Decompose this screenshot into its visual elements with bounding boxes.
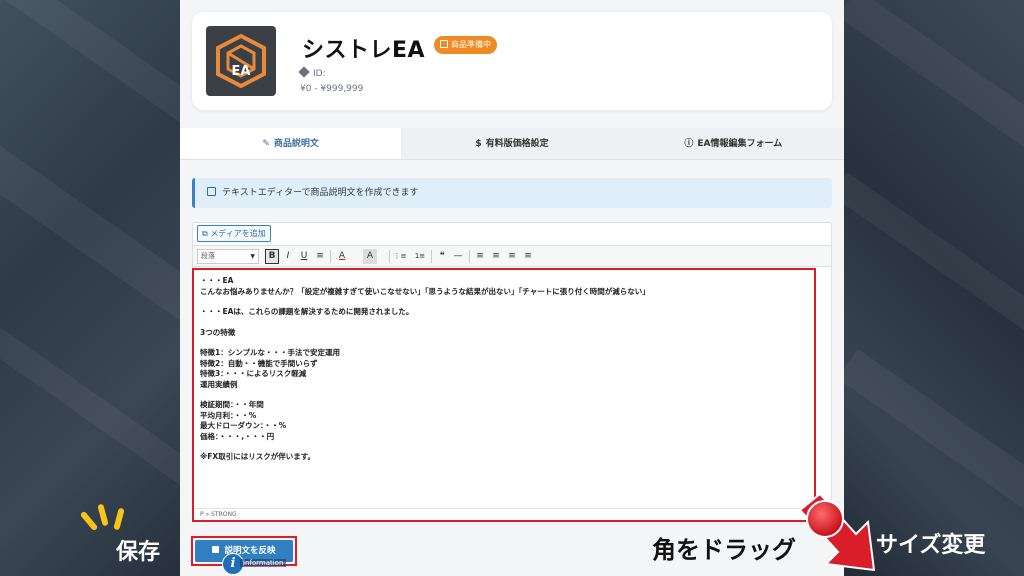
drag-handle-indicator <box>806 500 844 538</box>
editor-panel: EA シストレEA 商品準備中 ID: ¥0 - ¥999,999 ✎ 商品説明文… <box>180 0 844 576</box>
status-badge: 商品準備中 <box>434 36 497 54</box>
content-line: 価格：・・・,・・・円 <box>200 431 275 441</box>
content-line: ・・・EA <box>200 276 234 285</box>
content-line: ※FX取引にはリスクが伴います。 <box>200 452 315 461</box>
italic-button[interactable]: I <box>281 249 295 264</box>
edit-icon <box>440 40 448 48</box>
drag-annotation: 角をドラッグ <box>652 536 796 564</box>
toolbar-divider <box>469 250 470 263</box>
info-icon: ⓘ <box>684 139 694 149</box>
toolbar-divider <box>330 250 331 263</box>
content-blank <box>200 338 650 348</box>
content-line: こんなお悩みありませんか？「設定が複雑すぎて使いこなせない」「思うような結果が出… <box>200 286 650 296</box>
content-blank <box>200 297 650 307</box>
numbered-list-button[interactable]: 1≡ <box>413 249 427 264</box>
blockquote-button[interactable]: ❝ <box>435 249 449 264</box>
chevron-down-icon: ▼ <box>250 253 255 260</box>
tab-ea-info-form[interactable]: ⓘ EA情報編集フォーム <box>622 128 844 159</box>
content-line: 特徴2：自動・・機能で手間いらず <box>200 358 318 368</box>
product-title: シストレEA <box>302 38 426 63</box>
price-range-text: ¥0 - ¥999,999 <box>300 84 364 94</box>
info-alert-text: テキストエディターで商品説明文を作成できます <box>222 188 419 198</box>
add-media-button[interactable]: ⧉ メディアを追加 <box>197 225 271 242</box>
content-line: 運用実績例 <box>200 379 238 389</box>
content-line: 平均月利：・・% <box>200 410 257 420</box>
ea-logo-icon <box>216 33 266 89</box>
tag-icon <box>298 66 310 78</box>
toolbar-divider <box>431 250 432 263</box>
element-path: P » STRONG <box>194 508 814 520</box>
product-id: ID: <box>298 66 326 79</box>
product-id-label: ID: <box>313 69 326 79</box>
background-color-button[interactable]: A <box>363 249 377 264</box>
format-select-value: 段落 <box>201 252 215 260</box>
editor-content: ・・・EA こんなお悩みありませんか？「設定が複雑すぎて使いこなせない」「思うよ… <box>200 276 650 463</box>
tab-bar: ✎ 商品説明文 $ 有料版価格設定 ⓘ EA情報編集フォーム <box>180 128 844 160</box>
align-left-button[interactable]: ≡ <box>473 249 487 264</box>
strikethrough-button[interactable]: ≡ <box>313 249 327 264</box>
underline-button[interactable]: U <box>297 249 311 264</box>
product-header-card: EA シストレEA 商品準備中 ID: ¥0 - ¥999,999 <box>192 12 832 110</box>
content-line: 特徴1：シンプルな・・・手法で安定運用 <box>200 348 340 357</box>
editor-toolbar: 段落 ▼ B I U ≡ A A ⋮≡ 1≡ ❝ — ≡ ≡ ≡ ≡ <box>193 245 831 267</box>
align-right-button[interactable]: ≡ <box>505 249 519 264</box>
product-thumbnail: EA <box>206 26 276 96</box>
product-price-range: ¥0 - ¥999,999 <box>300 84 363 94</box>
content-blank <box>200 442 650 452</box>
status-badge-label: 商品準備中 <box>451 40 491 49</box>
tab-paid-pricing-label: 有料版価格設定 <box>485 139 549 149</box>
tab-description[interactable]: ✎ 商品説明文 <box>180 128 402 159</box>
tab-paid-pricing[interactable]: $ 有料版価格設定 <box>401 128 623 159</box>
edit-icon: ✎ <box>262 139 270 149</box>
justify-button[interactable]: ≡ <box>521 249 535 264</box>
content-line: 3つの特徴 <box>200 327 236 337</box>
thumbnail-label: EA <box>231 64 251 79</box>
save-annotation: 保存 <box>116 540 161 565</box>
align-center-button[interactable]: ≡ <box>489 249 503 264</box>
dollar-icon: $ <box>475 139 482 149</box>
bold-button[interactable]: B <box>265 249 279 264</box>
content-line: 最大ドローダウン：・・% <box>200 421 287 430</box>
content-line: 特徴3：・・・によるリスク軽減 <box>200 369 307 378</box>
content-line: 検証期間：・・年間 <box>200 400 264 409</box>
content-blank <box>200 318 650 328</box>
resize-annotation: サイズ変更 <box>876 533 986 558</box>
horizontal-rule-button[interactable]: — <box>451 249 465 264</box>
bullet-list-button[interactable]: ⋮≡ <box>393 249 407 264</box>
tab-description-label: 商品説明文 <box>273 139 319 149</box>
save-icon <box>212 546 220 553</box>
text-color-button[interactable]: A <box>335 249 349 264</box>
information-label: information <box>240 559 287 567</box>
content-blank <box>200 390 650 400</box>
toolbar-divider <box>389 250 390 263</box>
content-line: ・・・EAは、これらの課題を解決するために開発されました。 <box>200 307 414 316</box>
format-select[interactable]: 段落 ▼ <box>197 249 259 264</box>
background-left <box>0 0 227 576</box>
add-media-label: メディアを追加 <box>210 229 266 238</box>
edit-icon <box>207 187 216 196</box>
info-alert: テキストエディターで商品説明文を作成できます <box>192 178 832 208</box>
editor-content-area[interactable]: ・・・EA こんなお悩みありませんか？「設定が複雑すぎて使いこなせない」「思うよ… <box>192 268 816 522</box>
tab-ea-info-form-label: EA情報編集フォーム <box>697 139 783 149</box>
